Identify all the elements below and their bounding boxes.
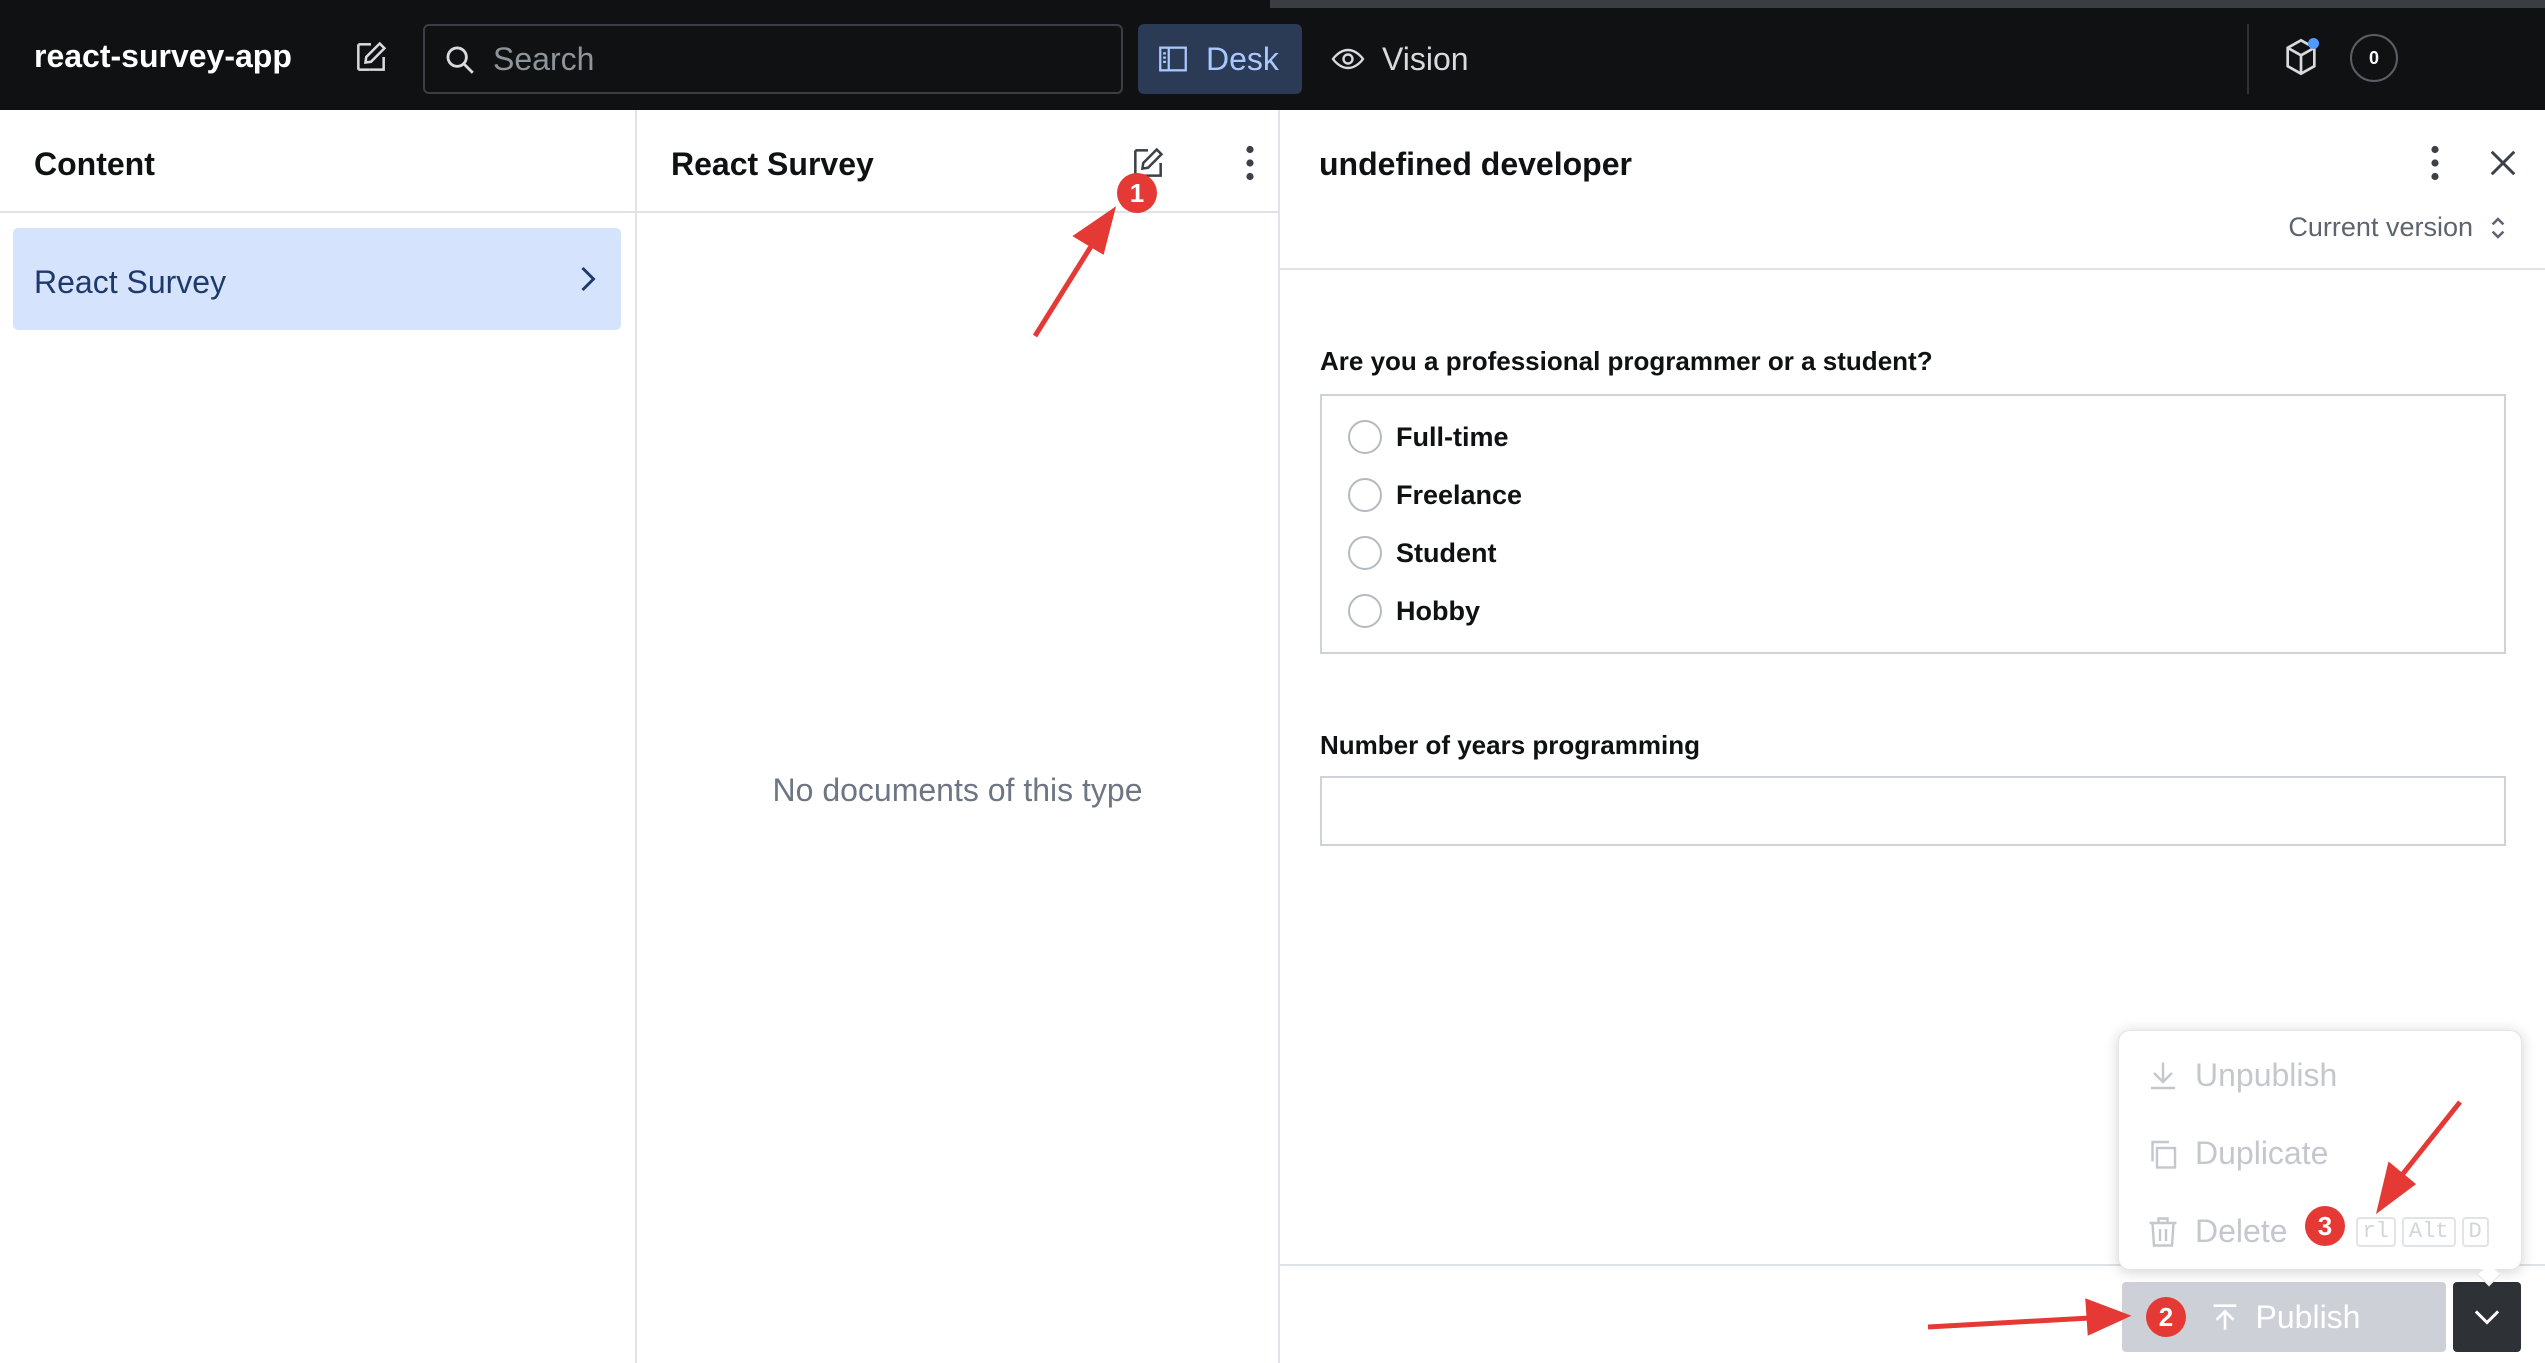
annotation-badge-1: 1 <box>1117 173 1157 213</box>
top-navbar: react-survey-app Desk Vision 0 <box>0 0 2545 110</box>
keyboard-shortcut: rl Alt D <box>2350 1216 2489 1247</box>
list-pane-title: React Survey <box>671 146 874 182</box>
chevron-down-icon <box>2474 1310 2500 1325</box>
radio-button[interactable] <box>1348 478 1382 512</box>
radio-option-freelance[interactable]: Freelance <box>1348 478 1522 512</box>
shortcut-key: Alt <box>2401 1216 2456 1247</box>
menu-item-label: Duplicate <box>2195 1135 2329 1171</box>
trash-icon <box>2149 1216 2177 1247</box>
years-field-label: Number of years programming <box>1320 730 1700 760</box>
list-item-react-survey[interactable]: React Survey <box>13 228 621 330</box>
years-number-input[interactable] <box>1320 776 2506 846</box>
chevron-updown-icon <box>2491 216 2505 239</box>
radio-label: Hobby <box>1396 595 1480 626</box>
search-icon <box>443 43 477 82</box>
search-input[interactable] <box>493 34 1093 84</box>
unpublish-icon <box>2151 1062 2175 1089</box>
list-item-label: React Survey <box>34 264 227 300</box>
document-list-pane: React Survey No documents of this type <box>637 110 1280 1363</box>
radio-button[interactable] <box>1348 536 1382 570</box>
radio-label: Freelance <box>1396 479 1523 510</box>
role-radio-group: Full-time Freelance Student Hobby <box>1320 394 2506 654</box>
publish-icon <box>2213 1304 2236 1330</box>
search-field[interactable] <box>423 24 1123 94</box>
version-selector[interactable]: Current version <box>2288 212 2507 243</box>
document-header: undefined developer Current version <box>1280 110 2545 270</box>
shortcut-key: rl <box>2355 1216 2396 1247</box>
radio-button[interactable] <box>1348 420 1382 454</box>
eye-icon <box>1331 48 1365 70</box>
role-field-label: Are you a professional programmer or a s… <box>1320 346 1933 376</box>
tool-desk-label: Desk <box>1206 40 1279 77</box>
content-pane: Content React Survey <box>0 110 637 1363</box>
window-strip <box>1270 0 2545 8</box>
menu-item-label: Unpublish <box>2195 1057 2338 1093</box>
radio-button[interactable] <box>1348 594 1382 628</box>
tool-vision[interactable]: Vision <box>1318 24 1469 94</box>
annotation-badge-2: 2 <box>2146 1297 2186 1337</box>
list-pane-header: React Survey <box>637 110 1278 213</box>
desk-icon <box>1159 46 1187 72</box>
radio-option-full-time[interactable]: Full-time <box>1348 420 1509 454</box>
document-title: undefined developer <box>1319 146 1632 182</box>
divider <box>2247 24 2249 94</box>
content-pane-title: Content <box>34 146 155 182</box>
notification-dot <box>2308 38 2319 49</box>
publish-menu-toggle[interactable] <box>2453 1282 2521 1352</box>
status-counter[interactable]: 0 <box>2350 34 2398 82</box>
chevron-right-icon <box>577 266 599 297</box>
more-vertical-icon <box>1246 145 1254 181</box>
radio-label: Student <box>1396 537 1497 568</box>
more-vertical-icon <box>2431 145 2439 181</box>
publish-label: Publish <box>2255 1298 2361 1335</box>
annotation-badge-3: 3 <box>2305 1206 2345 1246</box>
menu-item-unpublish[interactable]: Unpublish <box>2145 1057 2337 1094</box>
list-pane-menu-button[interactable] <box>1227 140 1273 186</box>
compose-icon[interactable] <box>350 36 392 78</box>
empty-state-message: No documents of this type <box>772 772 1143 808</box>
tool-desk[interactable]: Desk <box>1138 24 1302 94</box>
radio-label: Full-time <box>1396 421 1509 452</box>
close-icon <box>2490 150 2516 176</box>
shortcut-key: D <box>2461 1216 2489 1247</box>
menu-item-label: Delete <box>2195 1213 2288 1249</box>
duplicate-icon <box>2151 1140 2177 1169</box>
project-name[interactable]: react-survey-app <box>34 38 292 75</box>
radio-option-student[interactable]: Student <box>1348 536 1497 570</box>
document-menu-button[interactable] <box>2412 140 2458 186</box>
version-label: Current version <box>2288 212 2473 242</box>
tool-vision-label: Vision <box>1382 40 1469 77</box>
menu-item-duplicate[interactable]: Duplicate <box>2145 1135 2328 1172</box>
package-icon[interactable] <box>2278 34 2324 80</box>
close-pane-button[interactable] <box>2480 140 2526 186</box>
content-pane-header: Content <box>0 110 635 213</box>
radio-option-hobby[interactable]: Hobby <box>1348 594 1480 628</box>
